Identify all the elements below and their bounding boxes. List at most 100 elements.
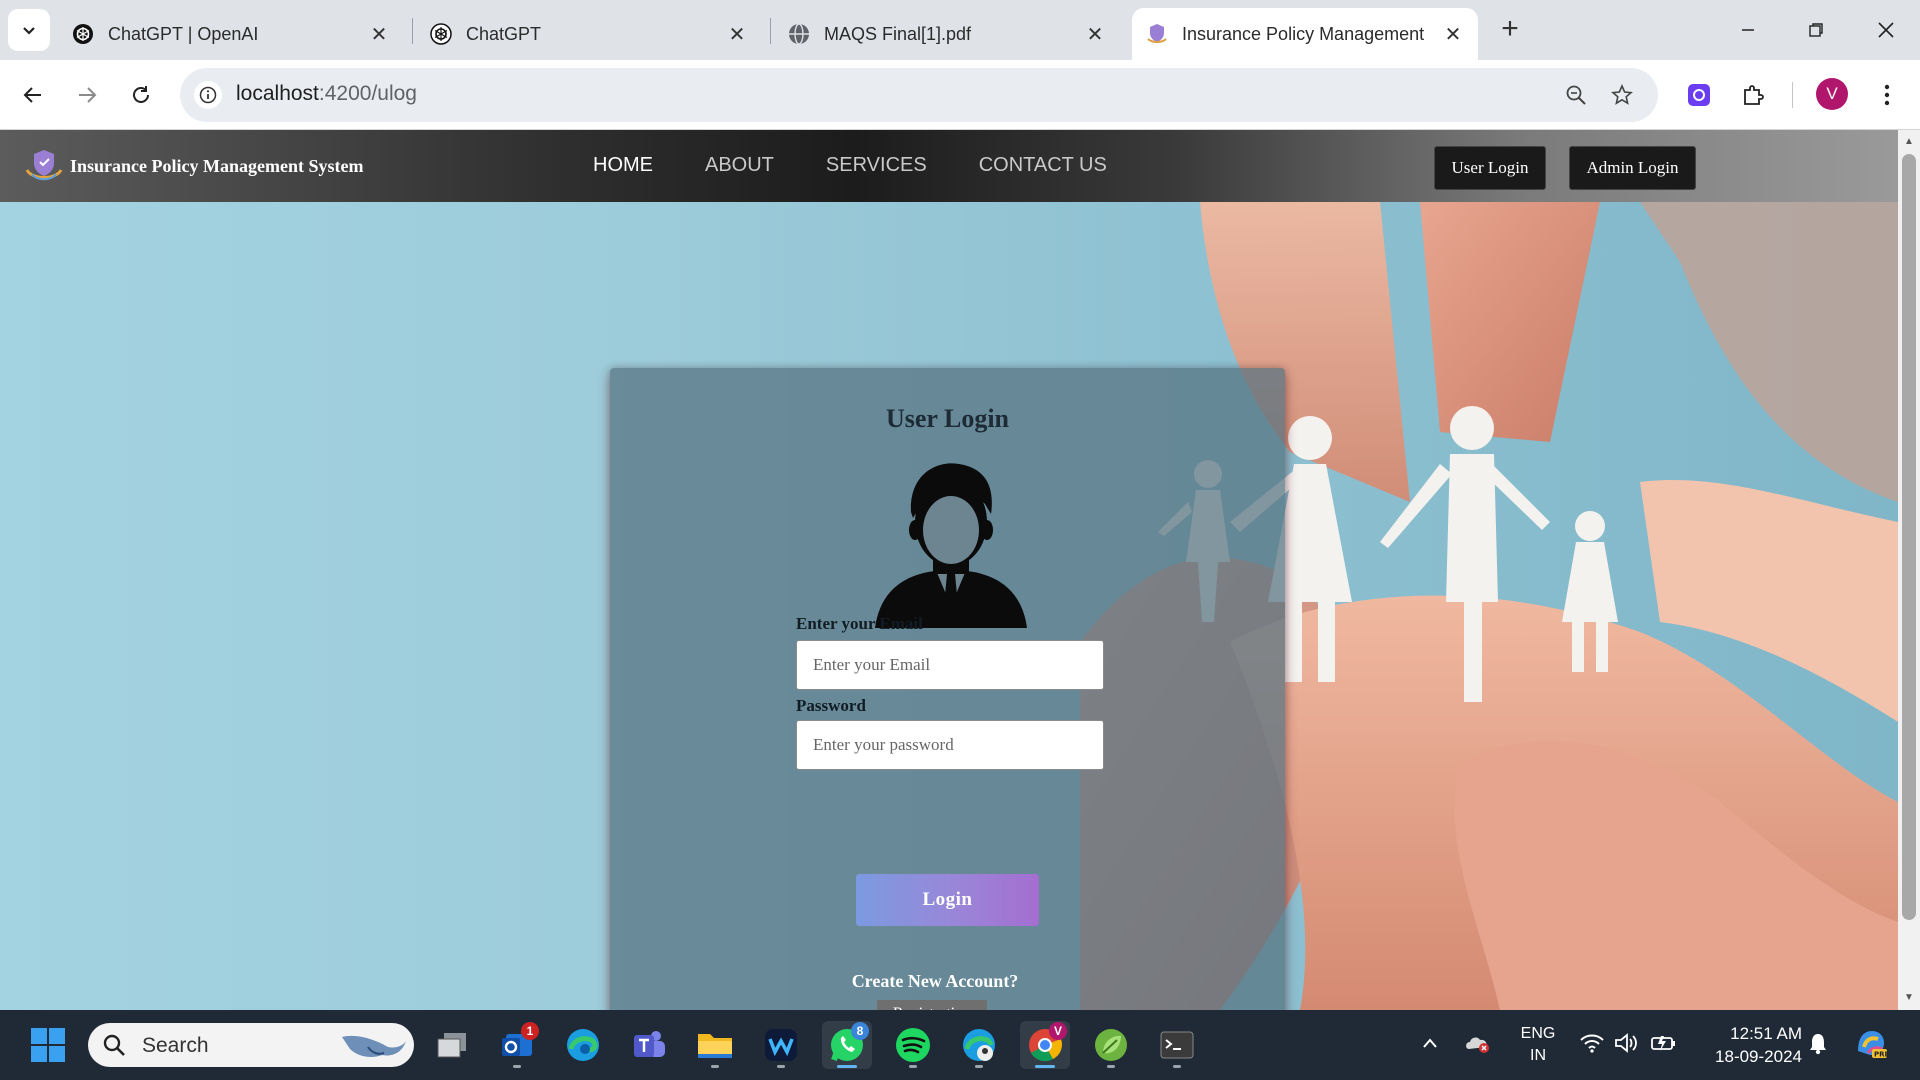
page-scrollbar[interactable]: ▲ ▼ — [1898, 130, 1920, 1010]
outlook-app[interactable]: 1 — [492, 1021, 542, 1069]
battery-icon[interactable] — [1650, 1029, 1678, 1057]
running-indicator — [1107, 1065, 1115, 1068]
file-explorer-app[interactable] — [690, 1021, 740, 1069]
running-indicator — [711, 1065, 719, 1068]
nav-services[interactable]: SERVICES — [826, 154, 927, 177]
arrow-left-icon — [23, 87, 41, 103]
tab-search-button[interactable] — [8, 9, 50, 51]
tab-maqs-pdf[interactable]: MAQS Final[1].pdf ✕ — [774, 8, 1120, 60]
url-host: localhost — [236, 82, 319, 105]
onedrive-error-icon[interactable] — [1464, 1029, 1492, 1057]
reload-icon — [133, 86, 149, 103]
scroll-up-icon[interactable]: ▲ — [1903, 136, 1915, 148]
volume-icon[interactable] — [1612, 1029, 1640, 1057]
whatsapp-app[interactable]: 8 — [822, 1021, 872, 1069]
edge-profile-app[interactable] — [954, 1021, 1004, 1069]
tab-insurance-policy-management[interactable]: Insurance Policy Management ✕ — [1132, 8, 1478, 60]
scroll-thumb[interactable] — [1902, 154, 1916, 920]
nav-about[interactable]: ABOUT — [705, 154, 774, 177]
arrow-right-icon — [79, 87, 97, 103]
task-view-app[interactable] — [427, 1021, 477, 1069]
tab-separator — [770, 18, 771, 44]
teams-app[interactable] — [624, 1021, 674, 1069]
spring-app[interactable] — [1086, 1021, 1136, 1069]
close-tab-icon[interactable]: ✕ — [1442, 23, 1464, 46]
zoom-icon[interactable] — [1562, 81, 1590, 109]
extension-purple-icon[interactable] — [1680, 76, 1718, 114]
kebab-menu-icon[interactable] — [1868, 76, 1906, 114]
bookmark-star-icon[interactable] — [1608, 81, 1636, 109]
email-label: Enter your Email — [796, 614, 923, 633]
nav-contact-us[interactable]: CONTACT US — [979, 154, 1107, 177]
webex-app[interactable] — [756, 1021, 806, 1069]
teams-icon — [634, 1031, 665, 1057]
chrome-app[interactable]: V — [1020, 1021, 1070, 1069]
show-hidden-icons-chevron[interactable] — [1416, 1029, 1444, 1057]
password-label: Password — [796, 696, 866, 715]
password-input[interactable] — [796, 720, 1104, 770]
back-button[interactable] — [14, 76, 52, 114]
tab-chatgpt[interactable]: ChatGPT ✕ — [416, 8, 762, 60]
brand[interactable]: Insurance Policy Management System — [24, 148, 363, 184]
webex-icon — [765, 1029, 797, 1061]
admin-login-button[interactable]: Admin Login — [1569, 146, 1696, 190]
running-indicator — [837, 1065, 857, 1068]
close-tab-icon[interactable]: ✕ — [368, 23, 390, 46]
restore-button[interactable] — [1796, 12, 1836, 48]
terminal-app[interactable] — [1152, 1021, 1202, 1069]
clock-date: 18-09-2024 — [1715, 1047, 1802, 1066]
copilot-icon[interactable]: PRE — [1854, 1029, 1888, 1059]
user-avatar-icon — [875, 463, 1027, 628]
url-path: :4200/ulog — [318, 82, 417, 105]
notification-badge: 8 — [851, 1022, 869, 1040]
clock-time: 12:51 AM — [1730, 1024, 1802, 1043]
running-indicator — [777, 1065, 785, 1068]
manta-ray-icon — [342, 1035, 406, 1057]
restore-icon — [1809, 23, 1823, 37]
login-button[interactable]: Login — [856, 874, 1039, 926]
search-icon — [103, 1034, 125, 1056]
create-account-prompt: Create New Account? — [851, 971, 1019, 991]
url-text[interactable]: localhost:4200/ulog — [236, 82, 417, 106]
profile-badge: V — [1049, 1022, 1067, 1040]
registration-button[interactable]: Registration — [877, 1000, 987, 1010]
new-tab-button[interactable]: + — [1494, 14, 1526, 46]
toolbar-separator — [1792, 82, 1793, 108]
user-login-button[interactable]: User Login — [1434, 146, 1546, 190]
tab-title: Insurance Policy Management — [1182, 23, 1425, 44]
terminal-icon — [1160, 1031, 1194, 1059]
close-tab-icon[interactable]: ✕ — [726, 23, 748, 46]
profile-avatar[interactable]: V — [1816, 78, 1848, 110]
edge-app[interactable] — [558, 1021, 608, 1069]
spring-leaf-icon — [1095, 1029, 1127, 1061]
minimize-button[interactable] — [1728, 12, 1768, 48]
site-info-icon[interactable] — [194, 81, 222, 109]
extensions-puzzle-icon[interactable] — [1734, 76, 1772, 114]
language-indicator[interactable]: ENG IN — [1518, 1023, 1558, 1067]
scroll-down-icon[interactable]: ▼ — [1903, 992, 1915, 1004]
spotify-app[interactable] — [888, 1021, 938, 1069]
nav-home[interactable]: HOME — [593, 154, 653, 177]
running-indicator — [909, 1065, 917, 1068]
close-window-button[interactable] — [1866, 12, 1906, 48]
browser-toolbar: localhost:4200/ulog V — [0, 60, 1920, 130]
browser-tabstrip: ChatGPT | OpenAI ✕ ChatGPT ✕ MAQS Final[… — [0, 0, 1920, 60]
wifi-icon[interactable] — [1578, 1029, 1606, 1057]
notification-bell-icon[interactable] — [1804, 1029, 1832, 1057]
windows-taskbar: Search 1 8 V ENG IN 12:51 AM 18-09-2024 … — [0, 1010, 1920, 1080]
reload-button[interactable] — [122, 76, 160, 114]
page-viewport: User Login Enter your Email Password Log… — [0, 130, 1898, 1010]
close-tab-icon[interactable]: ✕ — [1084, 23, 1106, 46]
forward-button[interactable] — [68, 76, 106, 114]
windows-start-icon[interactable] — [30, 1027, 66, 1063]
tab-chatgpt-openai[interactable]: ChatGPT | OpenAI ✕ — [58, 8, 404, 60]
email-input[interactable] — [796, 640, 1104, 690]
region-code: IN — [1530, 1047, 1546, 1064]
hero-background: User Login Enter your Email Password Log… — [0, 202, 1898, 1010]
running-indicator — [1173, 1065, 1181, 1068]
address-bar[interactable]: localhost:4200/ulog — [180, 68, 1658, 122]
system-clock[interactable]: 12:51 AM 18-09-2024 — [1698, 1022, 1802, 1068]
close-icon — [1878, 22, 1894, 38]
taskbar-search[interactable]: Search — [88, 1023, 414, 1067]
tab-title: ChatGPT | OpenAI — [108, 23, 259, 44]
